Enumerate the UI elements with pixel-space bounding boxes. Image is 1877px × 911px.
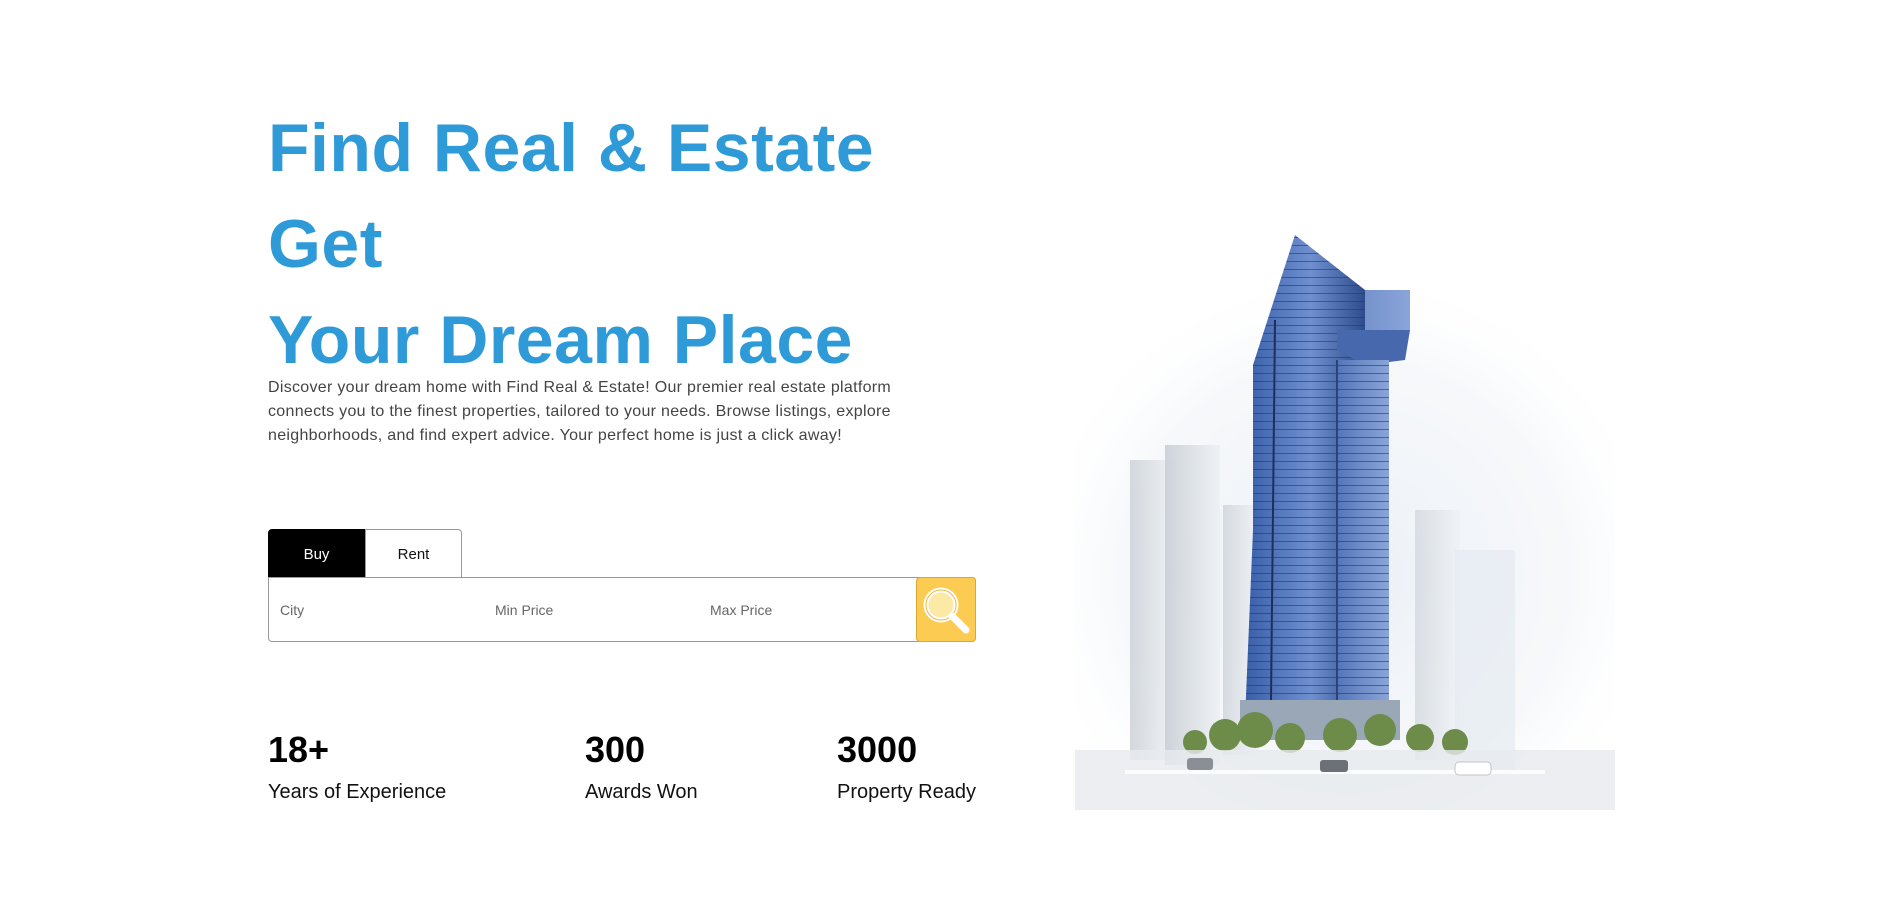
- skyscraper-image: [1075, 230, 1615, 810]
- hero-description: Discover your dream home with Find Real …: [268, 379, 892, 444]
- stat-label: Years of Experience: [268, 781, 447, 803]
- stat-value: 3000: [837, 729, 918, 770]
- stat-awards: 300 Awards Won: [585, 730, 698, 804]
- search-bar: [268, 577, 976, 642]
- stat-value: 300: [585, 729, 646, 770]
- tab-rent[interactable]: Rent: [365, 529, 462, 578]
- stat-properties: 3000 Property Ready: [837, 730, 976, 804]
- stats-section: 18+ Years of Experience 300 Awards Won 3…: [268, 730, 988, 810]
- hero-section: Find Real & Estate Get Your Dream Place: [268, 100, 988, 388]
- stat-label: Property Ready: [837, 781, 976, 803]
- search-button[interactable]: [916, 577, 976, 642]
- hero-title-line-2: Your Dream Place: [268, 302, 854, 378]
- max-price-input[interactable]: [699, 578, 914, 641]
- hero-title: Find Real & Estate Get Your Dream Place: [268, 100, 988, 388]
- search-icon: [923, 587, 970, 633]
- stat-experience: 18+ Years of Experience: [268, 730, 446, 804]
- search-tabs: Buy Rent: [268, 529, 462, 578]
- stat-label: Awards Won: [585, 781, 698, 803]
- min-price-input[interactable]: [484, 578, 699, 641]
- city-input[interactable]: [269, 578, 484, 641]
- stat-value: 18+: [268, 729, 330, 770]
- hero-title-line-1: Find Real & Estate Get: [268, 110, 875, 282]
- tab-buy[interactable]: Buy: [268, 529, 365, 578]
